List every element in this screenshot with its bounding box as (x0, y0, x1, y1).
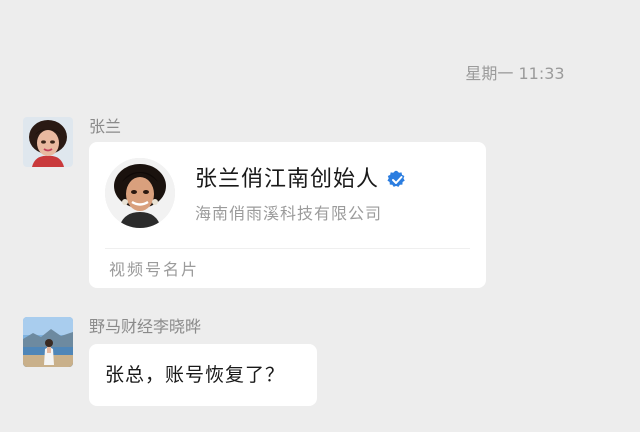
chat-window: 星期一 11:33 张兰 张兰俏江南创始人 海南俏雨溪科技有限公司 视频号名片 … (0, 0, 640, 432)
card-company: 海南俏雨溪科技有限公司 (195, 204, 383, 223)
sender-avatar-zhanglan[interactable] (23, 117, 73, 167)
message-text: 张总，账号恢复了？ (105, 364, 286, 386)
message-bubble[interactable]: 张总，账号恢复了？ (89, 344, 317, 406)
sender-name: 野马财经李晓晔 (89, 317, 202, 336)
sender-avatar-yema[interactable] (23, 317, 73, 367)
landscape-photo-avatar-icon (23, 317, 73, 367)
woman-portrait-avatar-icon (23, 117, 73, 167)
card-name: 张兰俏江南创始人 (195, 167, 380, 192)
card-divider (105, 248, 470, 249)
woman-portrait-avatar-icon (105, 158, 175, 228)
card-name-row: 张兰俏江南创始人 (195, 166, 407, 194)
verified-badge-icon (387, 170, 407, 190)
card-type-label: 视频号名片 (109, 260, 200, 279)
message-timestamp: 星期一 11:33 (465, 64, 565, 83)
card-avatar (105, 158, 175, 228)
channel-profile-card[interactable]: 张兰俏江南创始人 海南俏雨溪科技有限公司 视频号名片 (89, 142, 486, 288)
sender-name: 张兰 (89, 117, 122, 136)
